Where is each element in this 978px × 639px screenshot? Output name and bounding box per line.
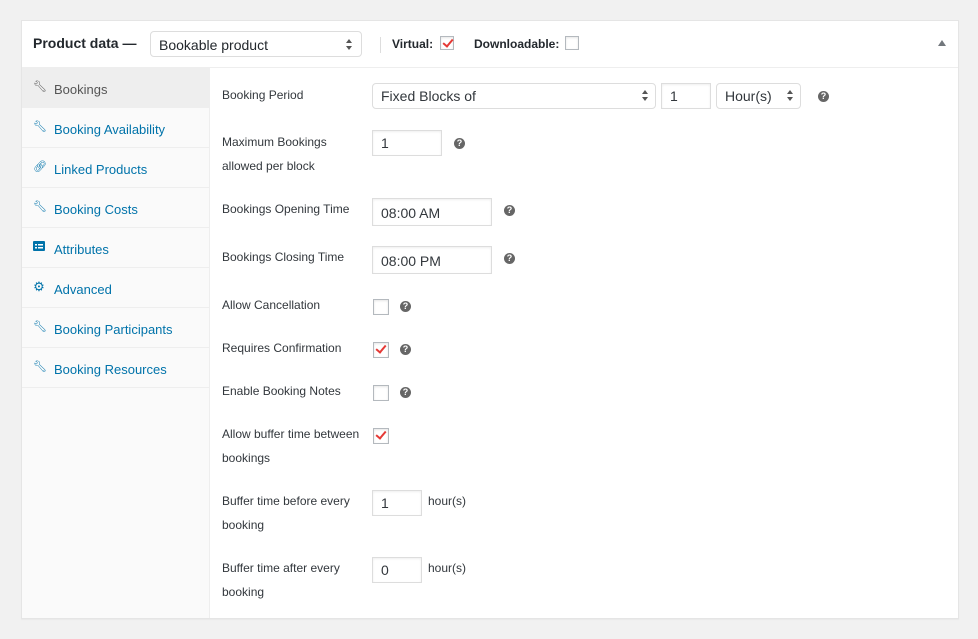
buffer-after-label: Buffer time after every booking bbox=[222, 556, 372, 604]
select-arrows-icon bbox=[786, 89, 794, 103]
opening-time-label: Bookings Opening Time bbox=[222, 202, 350, 216]
select-arrows-icon bbox=[345, 38, 353, 52]
booking-period-label: Booking Period bbox=[222, 88, 304, 102]
product-type-value: Bookable product bbox=[159, 37, 268, 53]
help-icon[interactable]: ? bbox=[400, 344, 411, 355]
label-line: booking bbox=[222, 518, 265, 532]
tab-linked-products[interactable]: 🔗︎ Linked Products bbox=[22, 148, 209, 188]
tab-booking-resources[interactable]: 🔧︎ Booking Resources bbox=[22, 348, 209, 388]
buffer-after-unit: hour(s) bbox=[428, 561, 467, 575]
help-icon[interactable]: ? bbox=[818, 91, 829, 102]
tab-booking-costs[interactable]: 🔧︎ Booking Costs bbox=[22, 188, 209, 228]
panel-header: Product data — Bookable product Virtual:… bbox=[22, 21, 958, 68]
label-line: bookings bbox=[222, 451, 271, 465]
tab-booking-participants[interactable]: 🔧︎ Booking Participants bbox=[22, 308, 209, 348]
panel-title: Product data — bbox=[33, 35, 137, 51]
booking-period-count-input[interactable]: 1 bbox=[661, 83, 711, 109]
tab-label: Advanced bbox=[54, 282, 112, 297]
help-icon[interactable]: ? bbox=[504, 253, 515, 264]
allow-buffer-label: Allow buffer time between bookings bbox=[222, 422, 372, 470]
buffer-after-input[interactable]: 0 bbox=[372, 557, 422, 583]
label-line: booking bbox=[222, 585, 265, 599]
label-line: Allow buffer time between bbox=[222, 427, 360, 441]
header-divider bbox=[380, 37, 381, 53]
tab-label: Booking Costs bbox=[54, 202, 138, 217]
tab-label: Booking Availability bbox=[54, 122, 166, 137]
help-icon[interactable]: ? bbox=[400, 301, 411, 312]
virtual-checkbox[interactable] bbox=[440, 36, 454, 50]
downloadable-label: Downloadable: bbox=[474, 37, 560, 51]
booking-period-unit-value: Hour(s) bbox=[725, 88, 772, 104]
select-arrows-icon bbox=[641, 89, 649, 103]
link-icon: 🔗︎ bbox=[33, 161, 47, 173]
max-bookings-input[interactable]: 1 bbox=[372, 130, 442, 156]
bookings-settings: Booking Period Fixed Blocks of 1 Hour(s)… bbox=[210, 68, 958, 618]
wrench-icon: 🔧︎ bbox=[33, 201, 47, 213]
tab-advanced[interactable]: ⚙︎ Advanced bbox=[22, 268, 209, 308]
closing-time-label: Bookings Closing Time bbox=[222, 250, 345, 264]
opening-time-input[interactable]: 08:00 AM bbox=[372, 198, 492, 226]
product-data-panel: Product data — Bookable product Virtual:… bbox=[21, 20, 959, 619]
enable-notes-label: Enable Booking Notes bbox=[222, 384, 341, 398]
product-data-tabs: 🔧︎ Bookings 🔧︎ Booking Availability 🔗︎ L… bbox=[22, 68, 210, 618]
wrench-icon: 🔧︎ bbox=[33, 321, 47, 333]
wrench-icon: 🔧︎ bbox=[33, 361, 47, 373]
virtual-label: Virtual: bbox=[392, 37, 434, 51]
help-icon[interactable]: ? bbox=[504, 205, 515, 216]
label-line: Maximum Bookings bbox=[222, 135, 327, 149]
max-bookings-label: Maximum Bookings allowed per block bbox=[222, 130, 372, 178]
list-card-icon bbox=[33, 241, 45, 253]
tab-attributes[interactable]: Attributes bbox=[22, 228, 209, 268]
booking-period-type-value: Fixed Blocks of bbox=[381, 88, 476, 104]
tab-label: Bookings bbox=[54, 82, 108, 97]
tab-label: Booking Resources bbox=[54, 362, 167, 377]
buffer-before-input[interactable]: 1 bbox=[372, 490, 422, 516]
tab-bookings[interactable]: 🔧︎ Bookings bbox=[22, 68, 209, 108]
label-line: Buffer time before every bbox=[222, 494, 350, 508]
allow-cancellation-checkbox[interactable] bbox=[373, 299, 389, 315]
allow-buffer-checkbox[interactable] bbox=[373, 428, 389, 444]
wrench-icon: 🔧︎ bbox=[33, 121, 47, 133]
wrench-icon: 🔧︎ bbox=[33, 81, 47, 93]
gear-icon: ⚙︎ bbox=[33, 279, 45, 294]
downloadable-checkbox[interactable] bbox=[565, 36, 579, 50]
requires-confirmation-label: Requires Confirmation bbox=[222, 341, 342, 355]
booking-period-type-select[interactable]: Fixed Blocks of bbox=[372, 83, 656, 109]
tab-booking-availability[interactable]: 🔧︎ Booking Availability bbox=[22, 108, 209, 148]
help-icon[interactable]: ? bbox=[400, 387, 411, 398]
enable-notes-checkbox[interactable] bbox=[373, 385, 389, 401]
help-icon[interactable]: ? bbox=[454, 138, 465, 149]
booking-period-unit-select[interactable]: Hour(s) bbox=[716, 83, 801, 109]
product-type-select[interactable]: Bookable product bbox=[150, 31, 362, 57]
tab-label: Booking Participants bbox=[54, 322, 173, 337]
closing-time-input[interactable]: 08:00 PM bbox=[372, 246, 492, 274]
buffer-before-unit: hour(s) bbox=[428, 494, 467, 508]
tab-label: Attributes bbox=[54, 242, 109, 257]
label-line: Buffer time after every bbox=[222, 561, 340, 575]
buffer-before-label: Buffer time before every booking bbox=[222, 489, 372, 537]
tab-label: Linked Products bbox=[54, 162, 148, 177]
label-line: allowed per block bbox=[222, 159, 315, 173]
requires-confirmation-checkbox[interactable] bbox=[373, 342, 389, 358]
triangle-up-icon[interactable] bbox=[938, 40, 946, 46]
allow-cancellation-label: Allow Cancellation bbox=[222, 298, 321, 312]
